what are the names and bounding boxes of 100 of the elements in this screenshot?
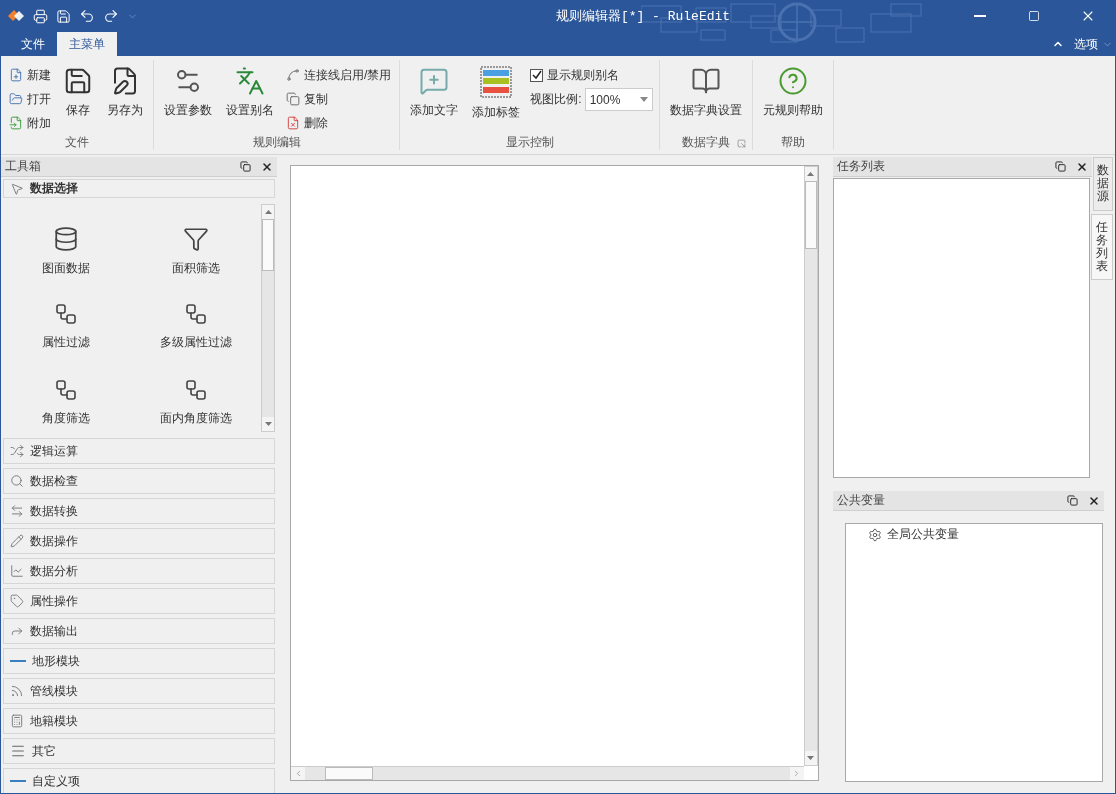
zoom-dropdown[interactable]: 100% <box>584 88 653 111</box>
caret-icon <box>639 97 648 102</box>
restore-icon <box>240 161 252 172</box>
tool-item[interactable]: 属性过滤 <box>1 302 132 378</box>
flow-box-icon <box>54 302 79 326</box>
side-tab[interactable]: 任务列表 <box>1091 213 1114 281</box>
close-icon <box>1087 494 1100 507</box>
scroll-down-button[interactable] <box>262 417 275 431</box>
ribbon-button[interactable]: 新建 <box>7 64 53 86</box>
ribbon-button[interactable]: 设置别名 <box>222 64 278 134</box>
shuffle-icon <box>10 444 24 458</box>
undo-icon <box>79 8 95 24</box>
arcs-icon <box>10 684 24 698</box>
speech-bubble-plus-icon <box>419 66 450 96</box>
tree-item[interactable]: 全局公共变量 <box>867 526 959 543</box>
scroll-thumb[interactable] <box>804 181 817 249</box>
help-icon <box>777 66 808 96</box>
dialog-launcher-icon[interactable] <box>736 139 746 148</box>
zoom-label: 视图比例: <box>530 91 582 108</box>
side-tab[interactable]: 数据源 <box>1093 157 1114 211</box>
checkmark-icon <box>531 70 542 80</box>
ribbon-button[interactable]: 添加标签 <box>468 64 525 134</box>
gear-icon <box>867 527 882 542</box>
close-icon <box>261 160 273 173</box>
tool-item[interactable]: 图面数据 <box>1 226 132 302</box>
file-plus-icon <box>9 116 23 130</box>
database-icon <box>53 226 80 252</box>
group-title: 文件 <box>65 134 89 151</box>
restore-icon <box>1055 161 1067 172</box>
checkbox[interactable] <box>530 68 544 82</box>
ribbon-button[interactable]: 数据字典设置 <box>665 64 746 134</box>
group-title: 显示控制 <box>505 134 554 151</box>
group-title: 规则编辑 <box>252 134 301 151</box>
ribbon-button[interactable]: 连接线启用/禁用 <box>284 64 394 86</box>
down-arrow-icon <box>265 422 272 426</box>
panel-title: 工具箱 <box>4 158 42 175</box>
tag-icon <box>10 594 24 608</box>
copy-icon <box>286 92 300 106</box>
lines-icon <box>10 743 26 759</box>
flow-box-icon <box>54 378 79 402</box>
ribbon-button[interactable]: 保存 <box>59 64 97 134</box>
category-header[interactable]: 属性操作 <box>3 588 276 614</box>
tool-item[interactable]: 面积筛选 <box>131 226 262 302</box>
category-header[interactable]: 数据操作 <box>3 528 276 554</box>
scroll-up-button[interactable] <box>804 167 817 181</box>
colored-bars-icon <box>480 66 513 98</box>
category-header[interactable]: 其它 <box>3 738 276 764</box>
category-header[interactable]: 数据分析 <box>3 558 276 584</box>
category-header[interactable]: 数据检查 <box>3 468 276 494</box>
tool-item[interactable]: 角度筛选 <box>1 378 132 432</box>
close-icon <box>1075 160 1088 173</box>
category-header[interactable]: 地形模块 <box>3 648 276 674</box>
search-icon <box>10 474 24 488</box>
up-arrow-icon <box>265 210 272 214</box>
ribbon-button[interactable]: 打开 <box>7 88 53 110</box>
redo-icon <box>103 8 119 24</box>
connector-icon <box>286 68 300 82</box>
category-header[interactable]: 逻辑运算 <box>3 438 276 464</box>
ribbon-button[interactable]: 复制 <box>284 88 394 110</box>
new-file-icon <box>9 68 23 82</box>
category-header[interactable]: 数据输出 <box>3 618 276 644</box>
flow-box-icon <box>184 378 209 402</box>
printer-icon <box>33 8 48 24</box>
ribbon-button[interactable]: 删除 <box>284 112 394 134</box>
ribbon-button[interactable]: 添加文字 <box>406 64 463 134</box>
letters-icon <box>235 66 265 96</box>
open-folder-icon <box>9 92 23 106</box>
line-icon <box>10 780 26 782</box>
tool-item[interactable]: 面内角度筛选 <box>131 378 262 432</box>
scroll-up-button[interactable] <box>262 205 275 219</box>
file-delete-icon <box>286 116 300 130</box>
ribbon-button[interactable]: 另存为 <box>103 64 147 134</box>
ribbon-button[interactable]: 设置参数 <box>160 64 216 134</box>
category-header[interactable]: 管线模块 <box>3 678 276 704</box>
window-title: 规则编辑器[*] - RuleEdit <box>554 8 732 25</box>
pointer-icon <box>10 181 24 196</box>
checkbox-label[interactable]: 显示规则别名 <box>547 66 620 84</box>
restore-icon <box>1067 495 1079 506</box>
category-header[interactable]: 数据转换 <box>3 498 276 524</box>
ribbon-button[interactable]: 元规则帮助 <box>758 64 827 134</box>
scroll-thumb[interactable] <box>262 219 275 271</box>
scroll-down-button[interactable] <box>804 751 817 765</box>
book-icon <box>690 66 721 96</box>
ribbon-button[interactable]: 附加 <box>7 112 53 134</box>
ribbon-tab[interactable]: 文件 <box>9 32 57 56</box>
ribbon-tab[interactable]: 主菜单 <box>57 32 117 56</box>
app-logo-icon <box>7 8 25 24</box>
scroll-thumb[interactable] <box>325 767 374 780</box>
panel-title: 公共变量 <box>835 492 886 509</box>
swap-arrows-icon <box>10 504 24 518</box>
tool-item[interactable]: 多级属性过滤 <box>131 302 262 378</box>
category-header[interactable]: 数据选择 <box>3 179 276 198</box>
category-header[interactable]: 地籍模块 <box>3 708 276 734</box>
category-header[interactable]: 自定义项 <box>3 768 276 793</box>
panel-title: 任务列表 <box>835 158 886 175</box>
filter-icon <box>183 226 210 252</box>
save-icon <box>56 8 71 24</box>
options-menu[interactable]: 选项 <box>1070 32 1102 56</box>
up-arrow-icon <box>807 172 814 176</box>
group-title: 数据字典 <box>681 134 730 151</box>
